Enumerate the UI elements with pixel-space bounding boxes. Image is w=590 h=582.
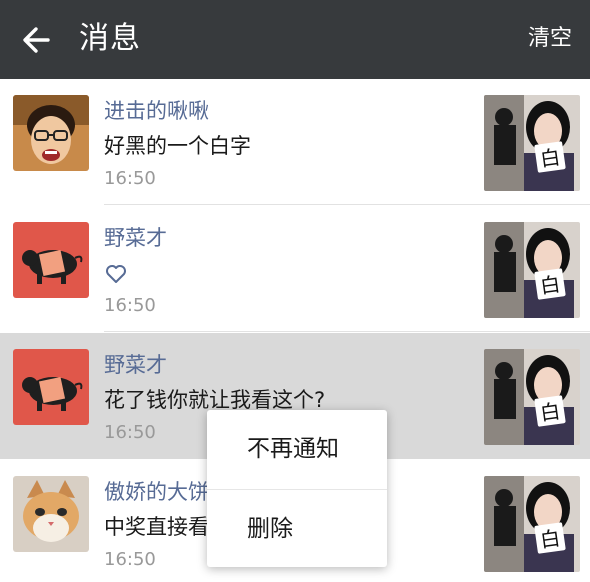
sender-name[interactable]: 野菜才 bbox=[104, 224, 167, 252]
post-thumbnail[interactable]: 白 bbox=[484, 222, 580, 318]
message-text: 好黑的一个白字 bbox=[104, 134, 251, 158]
thumbnail-sign-text: 白 bbox=[539, 145, 562, 172]
thumbnail-sign-text: 白 bbox=[539, 272, 562, 299]
page-title: 消息 bbox=[79, 21, 141, 56]
divider bbox=[104, 331, 590, 332]
mute-notifications-menu-item[interactable]: 不再通知 bbox=[207, 410, 387, 488]
red-pig-avatar[interactable] bbox=[13, 222, 89, 298]
timestamp: 16:50 bbox=[104, 295, 156, 316]
delete-menu-item[interactable]: 删除 bbox=[207, 490, 387, 568]
post-thumbnail[interactable]: 白 bbox=[484, 95, 580, 191]
arrow-left-icon bbox=[23, 27, 50, 53]
timestamp: 16:50 bbox=[104, 422, 156, 443]
context-menu: 不再通知 删除 bbox=[207, 410, 387, 567]
back-button[interactable] bbox=[18, 20, 58, 60]
top-bar: 消息 清空 bbox=[0, 0, 590, 79]
person-with-glasses-avatar[interactable] bbox=[13, 95, 89, 171]
divider bbox=[104, 204, 590, 205]
thumbnail-sign-text: 白 bbox=[539, 399, 562, 426]
post-thumbnail[interactable]: 白 bbox=[484, 349, 580, 445]
message-item[interactable]: 野菜才 16:50 白 bbox=[0, 206, 590, 332]
red-pig-avatar[interactable] bbox=[13, 349, 89, 425]
cat-avatar[interactable] bbox=[13, 476, 89, 552]
timestamp: 16:50 bbox=[104, 549, 156, 570]
thumbnail-sign-text: 白 bbox=[539, 526, 562, 553]
timestamp: 16:50 bbox=[104, 168, 156, 189]
post-thumbnail[interactable]: 白 bbox=[484, 476, 580, 572]
clear-button[interactable]: 清空 bbox=[528, 22, 572, 56]
sender-name[interactable]: 野菜才 bbox=[104, 351, 167, 379]
message-item[interactable]: 进击的啾啾 好黑的一个白字 16:50 白 bbox=[0, 79, 590, 205]
sender-name[interactable]: 进击的啾啾 bbox=[104, 97, 209, 125]
heart-icon bbox=[104, 262, 128, 286]
sender-name[interactable]: 傲娇的大饼 bbox=[104, 478, 209, 506]
message-text: 中奖直接看 bbox=[104, 515, 209, 539]
